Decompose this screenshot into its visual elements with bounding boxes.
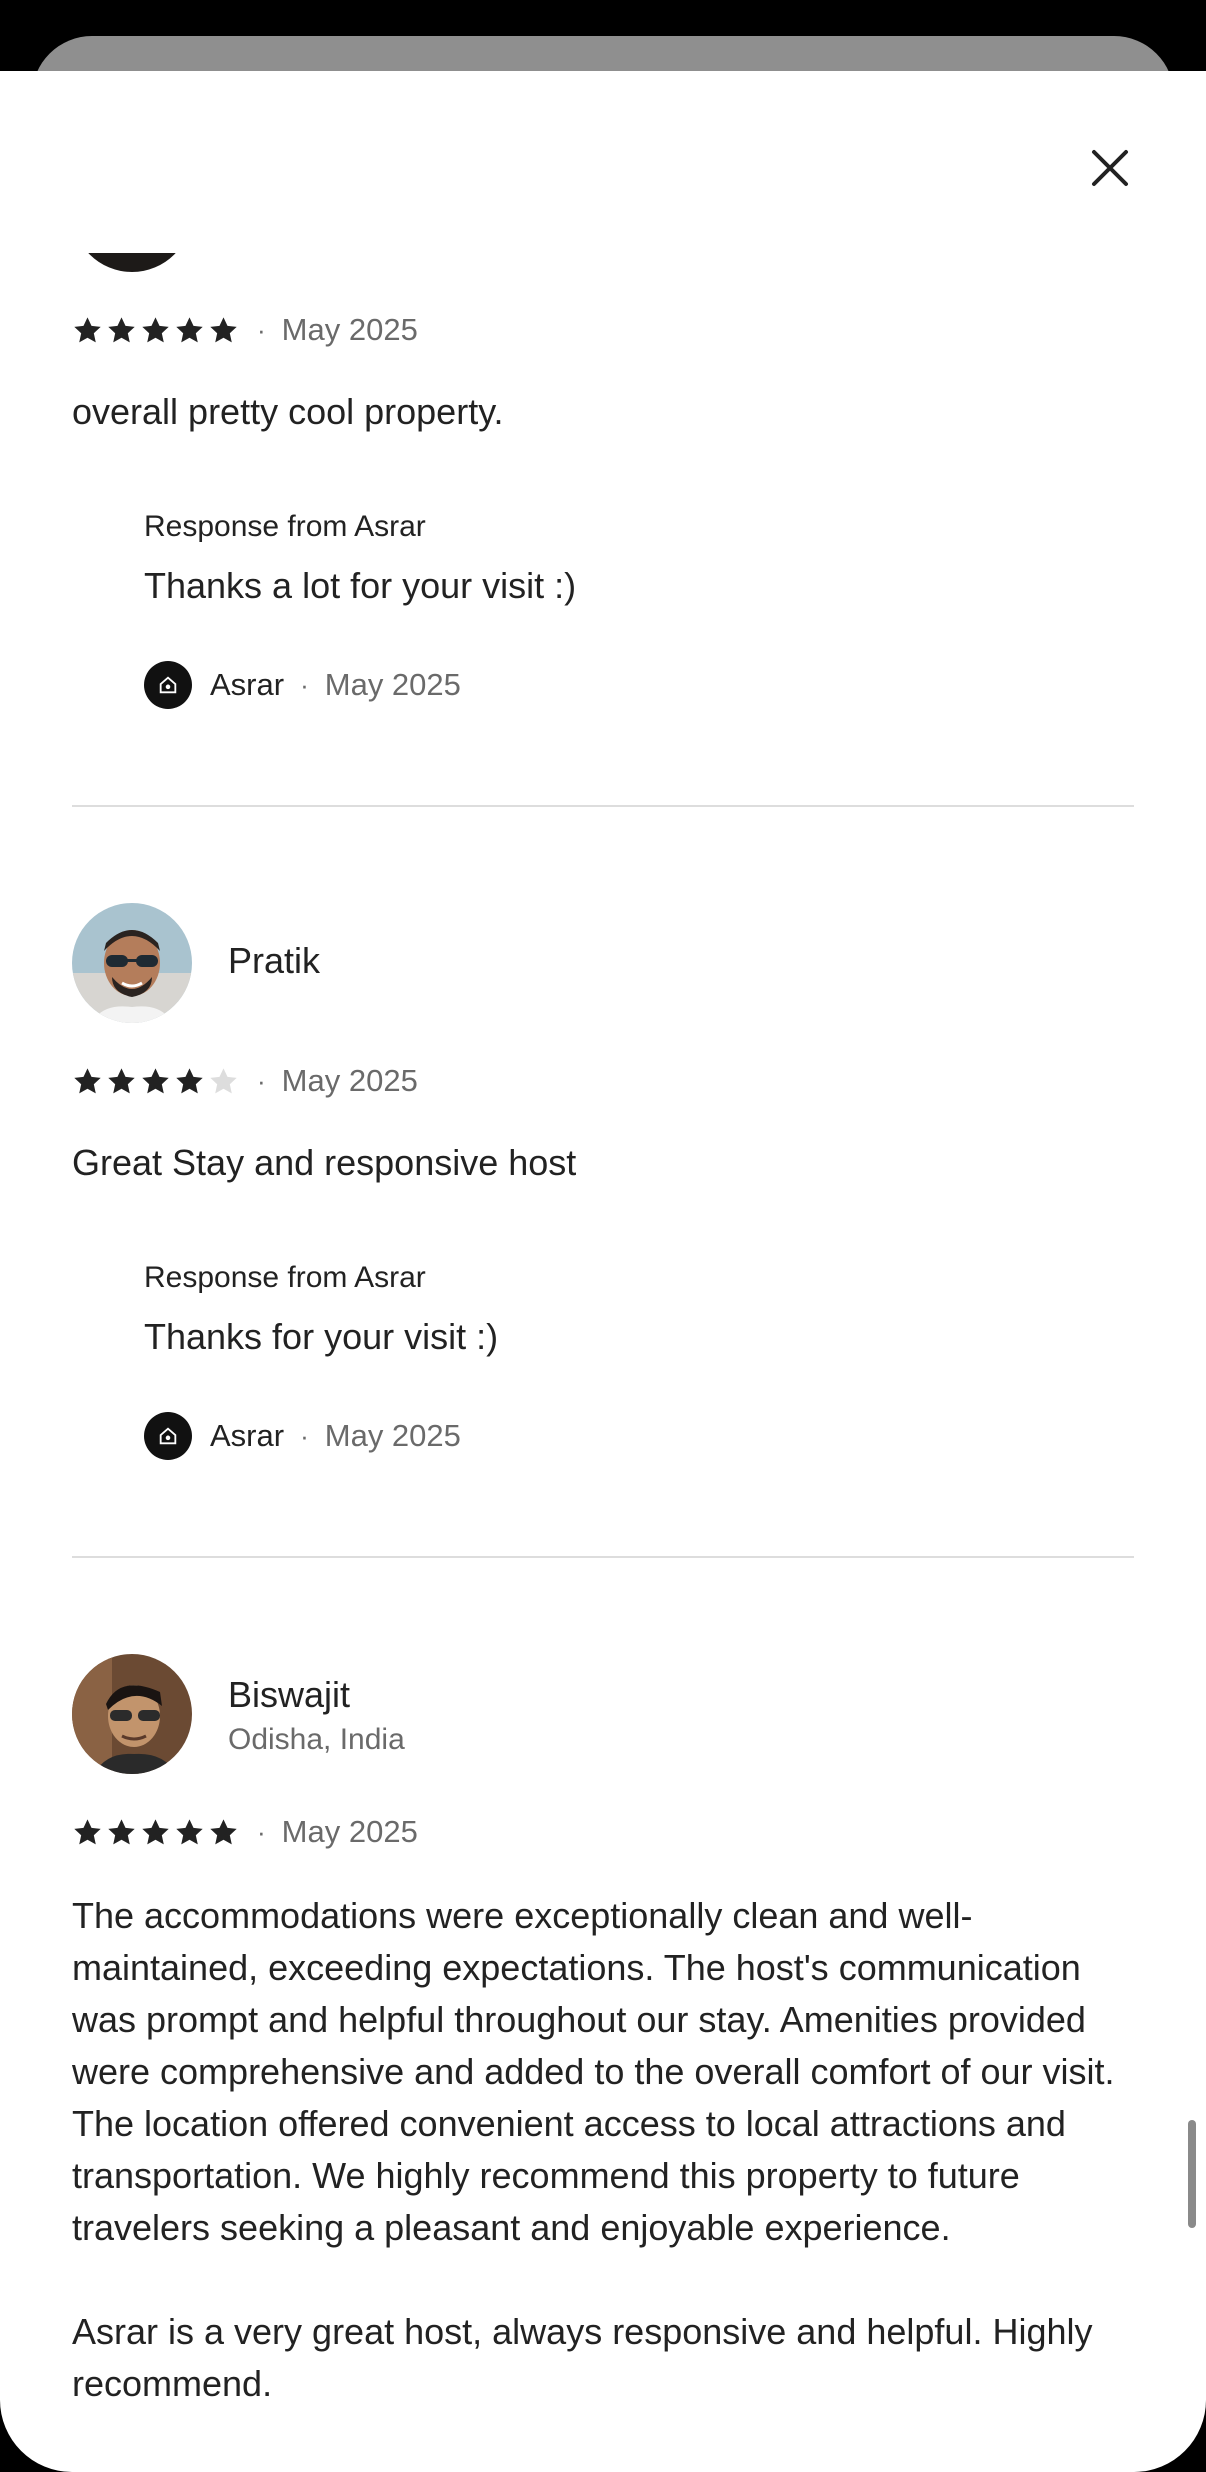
divider [72, 1556, 1134, 1558]
avatar[interactable] [72, 903, 192, 1023]
review-text: overall pretty cool property. [72, 391, 504, 432]
review-date: May 2025 [281, 312, 418, 347]
reviewer-location: Odisha, India [228, 1723, 405, 1756]
star-icon [176, 1067, 203, 1093]
star-icon [210, 1818, 237, 1844]
response-heading: Response from Asrar [144, 510, 426, 543]
separator-dot: · [257, 1816, 266, 1847]
review-text: Great Stay and responsive host [72, 1142, 577, 1183]
reviews-list[interactable]: · May 2025 overall pretty cool property.… [0, 0, 1206, 2472]
star-icon [142, 1818, 169, 1844]
review-paragraph: The accommodations were exceptionally cl… [72, 1895, 1115, 2248]
review-date: May 2025 [281, 1814, 418, 1849]
rating-row: · May 2025 [72, 1061, 418, 1101]
star-icon [74, 1818, 101, 1844]
reviewer-photo [72, 1654, 192, 1774]
rating-row: · May 2025 [72, 1812, 418, 1852]
response-text: Thanks for your visit :) [144, 1316, 499, 1357]
host-avatar[interactable] [144, 661, 192, 709]
star-rating [72, 1066, 239, 1097]
reviewer-photo [72, 903, 192, 1023]
response-heading: Response from Asrar [144, 1261, 426, 1294]
star-rating [72, 1817, 239, 1848]
host-name[interactable]: Asrar [210, 667, 284, 703]
host-avatar[interactable] [144, 1412, 192, 1460]
separator-dot: · [300, 669, 309, 700]
home-logo-icon [159, 1427, 177, 1445]
review-date: May 2025 [281, 1063, 418, 1098]
star-icon [108, 1067, 135, 1093]
avatar[interactable] [72, 1654, 192, 1774]
star-rating [72, 315, 239, 346]
star-icon [142, 1067, 169, 1093]
star-icon [74, 316, 101, 342]
star-icon [176, 1818, 203, 1844]
review-paragraph: Asrar is a very great host, always respo… [72, 2311, 1093, 2404]
separator-dot: · [257, 1065, 266, 1096]
close-button[interactable] [1078, 136, 1142, 200]
host-name[interactable]: Asrar [210, 1418, 284, 1454]
response-text: Thanks a lot for your visit :) [144, 565, 577, 606]
separator-dot: · [257, 314, 266, 345]
response-date: May 2025 [324, 667, 461, 702]
scrollbar[interactable] [1188, 2120, 1196, 2228]
star-icon [74, 1067, 101, 1093]
star-icon [176, 316, 203, 342]
divider [72, 805, 1134, 807]
star-icon [108, 316, 135, 342]
reviewer-name[interactable]: Pratik [228, 940, 320, 982]
rating-row: · May 2025 [72, 310, 418, 350]
home-logo-icon [159, 676, 177, 694]
host-response-row: Asrar · May 2025 [144, 1411, 461, 1461]
separator-dot: · [300, 1420, 309, 1451]
star-icon [142, 316, 169, 342]
header-fade-left [0, 71, 380, 253]
close-icon [1092, 150, 1128, 186]
review-text: The accommodations were exceptionally cl… [72, 1890, 1152, 2410]
reviewer-name[interactable]: Biswajit [228, 1674, 350, 1716]
host-response-row: Asrar · May 2025 [144, 660, 461, 710]
star-icon [108, 1818, 135, 1844]
response-date: May 2025 [324, 1418, 461, 1453]
star-empty-icon [210, 1067, 237, 1093]
star-icon [210, 316, 237, 342]
